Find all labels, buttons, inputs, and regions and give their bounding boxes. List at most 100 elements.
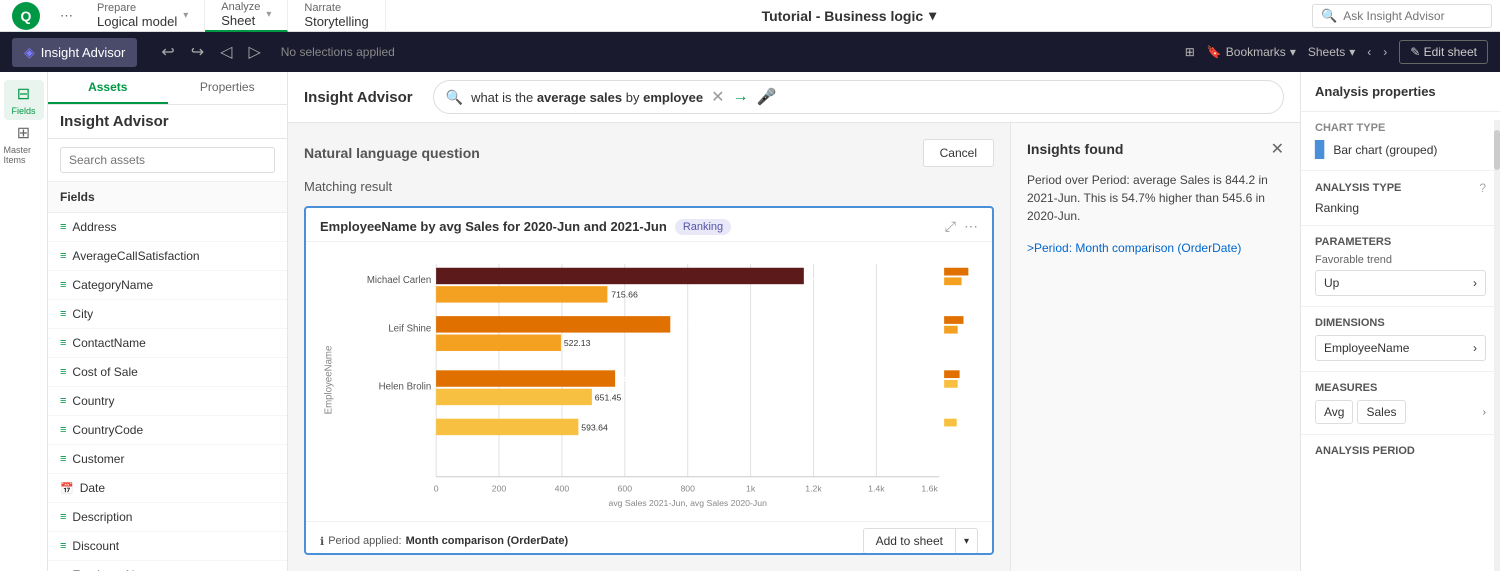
chart-actions: ⤢ ⋯ xyxy=(945,218,978,235)
ia-microphone-button[interactable]: 🎤 xyxy=(756,87,776,107)
measure-arrow-icon[interactable]: › xyxy=(1483,407,1486,418)
field-item-date[interactable]: 📅 Date xyxy=(48,474,287,503)
field-label-date: Date xyxy=(80,481,105,495)
ia-search-bar[interactable]: 🔍 what is the average sales by employee … xyxy=(433,80,1284,114)
add-to-sheet-button[interactable]: Add to sheet ▾ xyxy=(863,528,978,554)
ia-clear-button[interactable]: ✕ xyxy=(711,87,724,107)
ask-insight-advisor-input[interactable] xyxy=(1343,9,1498,23)
nav-arrow-right[interactable]: › xyxy=(1383,45,1387,59)
analysis-type-section: Analysis type ? Ranking xyxy=(1301,171,1500,226)
field-item-customer[interactable]: ≡ Customer xyxy=(48,445,287,474)
qlik-logo[interactable]: Q xyxy=(8,2,52,30)
svg-text:1.2k: 1.2k xyxy=(805,483,822,493)
svg-text:Helen Brolin: Helen Brolin xyxy=(379,382,432,393)
tab-properties[interactable]: Properties xyxy=(168,72,288,104)
field-text-icon-2: ≡ xyxy=(60,250,66,262)
field-label-address: Address xyxy=(72,220,116,234)
nl-area: Natural language question Cancel Matchin… xyxy=(288,123,1300,571)
fields-header: Fields xyxy=(48,182,287,213)
info-icon[interactable]: ? xyxy=(1479,181,1486,195)
field-label-contactname: ContactName xyxy=(72,336,145,350)
ask-insight-advisor-search[interactable]: 🔍 xyxy=(1312,4,1492,28)
search-assets-input[interactable] xyxy=(60,147,275,173)
ia-submit-button[interactable]: → xyxy=(732,88,748,106)
field-label-discount: Discount xyxy=(72,539,119,553)
measure-sales-tag[interactable]: Sales xyxy=(1357,400,1405,424)
bookmarks-button[interactable]: 🔖 Bookmarks ▾ xyxy=(1207,45,1296,59)
nav-arrow-left[interactable]: ‹ xyxy=(1367,45,1371,59)
field-item-discount[interactable]: ≡ Discount xyxy=(48,532,287,561)
add-sheet-chevron-icon[interactable]: ▾ xyxy=(956,531,977,552)
dots-menu[interactable]: ⋯ xyxy=(52,4,81,28)
nav-prepare[interactable]: Prepare Logical model ▾ xyxy=(81,0,205,32)
second-toolbar: ◈ Insight Advisor ↩ ↪ ◁ ▷ No selections … xyxy=(0,32,1500,72)
no-selections-label: No selections applied xyxy=(281,45,395,59)
nl-main: Natural language question Cancel Matchin… xyxy=(288,123,1010,571)
field-text-icon-9: ≡ xyxy=(60,453,66,465)
field-item-costofsale[interactable]: ≡ Cost of Sale xyxy=(48,358,287,387)
insights-close-button[interactable]: ✕ xyxy=(1271,139,1284,159)
ia-panel-title: Insight Advisor xyxy=(304,89,413,106)
period-comparison-link[interactable]: >Period: Month comparison (OrderDate) xyxy=(1027,241,1284,255)
field-item-city[interactable]: ≡ City xyxy=(48,300,287,329)
svg-text:800: 800 xyxy=(680,483,695,493)
fields-list: ≡ Address ≡ AverageCallSatisfaction ≡ Ca… xyxy=(48,213,287,571)
dropdown-arrow-icon: › xyxy=(1473,276,1477,290)
svg-text:200: 200 xyxy=(492,483,507,493)
field-item-description[interactable]: ≡ Description xyxy=(48,503,287,532)
nl-question-header: Natural language question Cancel xyxy=(304,139,994,167)
svg-text:1.4k: 1.4k xyxy=(868,483,885,493)
tab-assets[interactable]: Assets xyxy=(48,72,168,104)
field-label-costofsale: Cost of Sale xyxy=(72,365,137,379)
sheets-button[interactable]: Sheets ▾ xyxy=(1308,45,1355,59)
fields-icon: ⊟ xyxy=(17,84,30,104)
analysis-panel: Analysis properties Chart type ▊ Bar cha… xyxy=(1300,72,1500,571)
field-item-country[interactable]: ≡ Country xyxy=(48,387,287,416)
dimension-item[interactable]: EmployeeName › xyxy=(1315,335,1486,361)
chart-more-button[interactable]: ⋯ xyxy=(964,218,978,235)
ia-search-icon: 🔍 xyxy=(446,89,463,106)
favorable-trend-dropdown[interactable]: Up › xyxy=(1315,270,1486,296)
svg-text:715.66: 715.66 xyxy=(611,290,638,300)
svg-text:1.6k: 1.6k xyxy=(921,483,938,493)
insight-advisor-icon: ◈ xyxy=(24,44,35,61)
field-label-customer: Customer xyxy=(72,452,124,466)
field-calendar-icon: 📅 xyxy=(60,482,74,495)
svg-text:Michael Carlen: Michael Carlen xyxy=(367,275,431,286)
back-button[interactable]: ◁ xyxy=(216,38,236,66)
svg-text:748.83: 748.83 xyxy=(618,374,645,384)
edit-sheet-button[interactable]: ✎ Edit sheet xyxy=(1399,40,1488,64)
ranking-badge: Ranking xyxy=(675,219,731,235)
svg-text:EmployeeName: EmployeeName xyxy=(324,346,335,415)
sidebar-item-master-items[interactable]: ⊞ Master Items xyxy=(4,124,44,164)
expand-chart-button[interactable]: ⤢ xyxy=(945,218,956,235)
field-item-categoryname[interactable]: ≡ CategoryName xyxy=(48,271,287,300)
analysis-period-section: Analysis period xyxy=(1301,435,1500,473)
nav-analyze[interactable]: Analyze Sheet ▾ xyxy=(205,0,288,32)
cancel-button[interactable]: Cancel xyxy=(923,139,994,167)
field-label-country: Country xyxy=(72,394,114,408)
matching-result-label: Matching result xyxy=(304,179,994,194)
field-item-countrycode[interactable]: ≡ CountryCode xyxy=(48,416,287,445)
search-icon: 🔍 xyxy=(1321,8,1337,24)
field-item-avgcallsatisfaction[interactable]: ≡ AverageCallSatisfaction xyxy=(48,242,287,271)
insight-advisor-panel-title: Insight Advisor xyxy=(60,113,169,130)
field-item-address[interactable]: ≡ Address xyxy=(48,213,287,242)
field-item-contactname[interactable]: ≡ ContactName xyxy=(48,329,287,358)
sidebar-item-fields[interactable]: ⊟ Fields xyxy=(4,80,44,120)
measure-avg-tag[interactable]: Avg xyxy=(1315,400,1353,424)
bar-chart-svg: EmployeeName Michae xyxy=(320,250,978,510)
nav-narrate[interactable]: Narrate Storytelling xyxy=(288,0,385,32)
field-item-employeename[interactable]: ≡ EmployeeName xyxy=(48,561,287,571)
parameters-section: Parameters Favorable trend Up › xyxy=(1301,226,1500,307)
insight-advisor-button[interactable]: ◈ Insight Advisor xyxy=(12,38,137,67)
field-text-icon-11: ≡ xyxy=(60,540,66,552)
grid-view-button[interactable]: ⊞ xyxy=(1185,45,1195,59)
redo-button[interactable]: ↪ xyxy=(187,38,208,66)
undo-button[interactable]: ↩ xyxy=(157,38,178,66)
nav-narrate-label: Narrate xyxy=(304,2,368,14)
period-note: ℹ Period applied: Month comparison (Orde… xyxy=(320,535,568,548)
app-title[interactable]: Tutorial - Business logic ▾ xyxy=(762,7,937,24)
forward-button[interactable]: ▷ xyxy=(244,38,264,66)
toolbar-right: ⊞ 🔖 Bookmarks ▾ Sheets ▾ ‹ › ✎ Edit shee… xyxy=(1185,40,1488,64)
